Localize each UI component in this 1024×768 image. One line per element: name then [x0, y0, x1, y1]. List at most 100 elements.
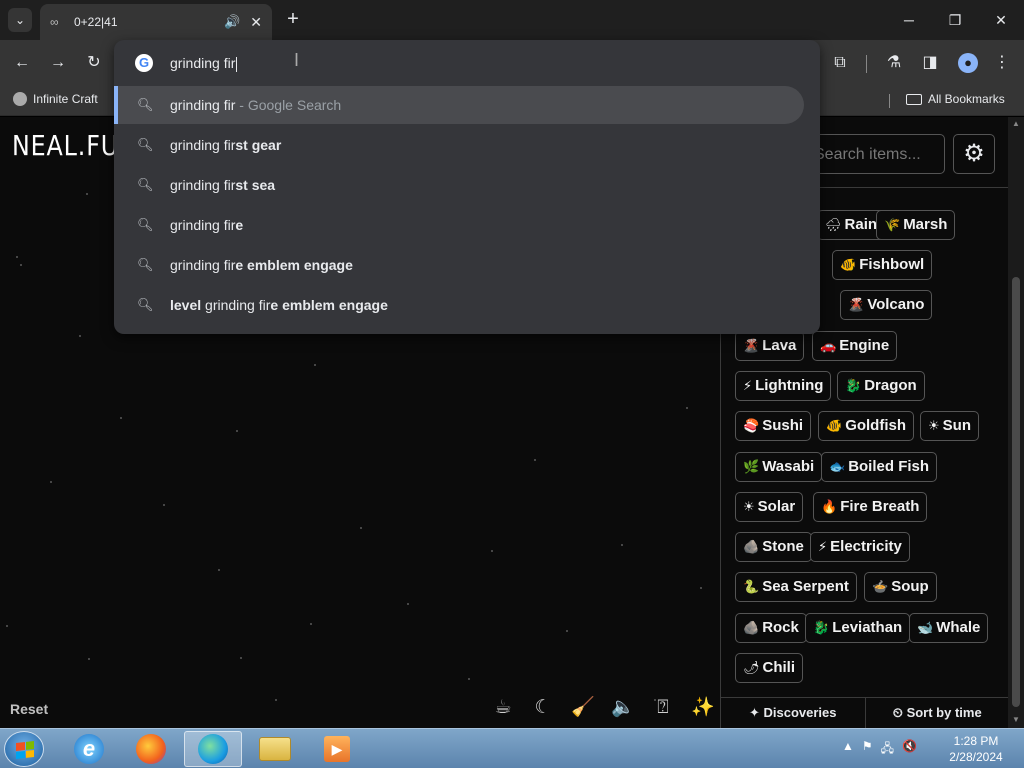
item-emoji-icon: ☀: [928, 418, 940, 433]
item-chip[interactable]: 🍣 Sushi: [735, 411, 812, 441]
item-chip[interactable]: 🐉 Leviathan: [805, 613, 911, 643]
speaker-icon[interactable]: 🔊: [224, 14, 240, 30]
item-chip[interactable]: 🔥 Fire Breath: [813, 492, 928, 522]
moon-icon[interactable]: ☾: [530, 695, 556, 721]
omnibox-suggestion[interactable]: 🔍︎ grinding first sea: [114, 166, 804, 204]
omnibox-suggestion[interactable]: 🔍︎ grinding first gear: [114, 126, 804, 164]
tab-infinite-craft[interactable]: ∞ 0+22|41 🔊 ✕: [40, 4, 272, 40]
suggestion-text: level grinding fire emblem engage: [170, 297, 388, 313]
star-dot: [700, 587, 702, 589]
search-items-input[interactable]: Search items...: [805, 134, 945, 174]
omnibox-suggestion[interactable]: 🔍︎ level grinding fire emblem engage: [114, 286, 804, 324]
search-icon: 🔍︎: [137, 97, 154, 112]
sidebar-footer: ✦ Discoveries ⏲ Sort by time: [721, 697, 1009, 728]
scrollbar[interactable]: ▲ ▼: [1008, 117, 1024, 728]
forward-button[interactable]: →: [46, 51, 70, 75]
side-panel-icon[interactable]: ◨: [918, 51, 942, 75]
scrollbar-thumb[interactable]: [1012, 277, 1020, 707]
item-chip[interactable]: 🪨 Stone: [735, 532, 812, 562]
scroll-up-arrow-icon[interactable]: ▲: [1012, 119, 1020, 128]
profile-avatar[interactable]: ●: [958, 53, 978, 73]
menu-kebab-icon[interactable]: ⋮: [990, 51, 1014, 75]
extensions-icon[interactable]: ⧉: [828, 51, 852, 75]
item-label: Leviathan: [832, 619, 903, 636]
item-chip[interactable]: 🍲 Soup: [864, 572, 937, 602]
discoveries-label: Discoveries: [763, 705, 837, 720]
item-chip[interactable]: 🐍 Sea Serpent: [735, 572, 857, 602]
item-chip[interactable]: 🪨 Rock: [735, 613, 807, 643]
broom-icon[interactable]: 🧹: [570, 695, 596, 721]
sort-by-time-button[interactable]: ⏲ Sort by time: [866, 698, 1010, 728]
omnibox-suggestion[interactable]: 🔍︎ grinding fir - Google Search: [114, 86, 804, 124]
sound-icon[interactable]: 🔈: [610, 695, 636, 721]
item-chip[interactable]: 🌾 Marsh: [876, 210, 956, 240]
item-label: Sushi: [762, 417, 804, 434]
item-chip[interactable]: 🌿 Wasabi: [735, 452, 823, 482]
item-label: Wasabi: [762, 458, 815, 475]
item-chip[interactable]: 🐟 Boiled Fish: [821, 452, 938, 482]
coffee-cup-icon[interactable]: ☕: [490, 695, 516, 721]
start-button[interactable]: [4, 731, 44, 767]
item-label: Boiled Fish: [848, 458, 930, 475]
item-chip[interactable]: 🐠 Goldfish: [818, 411, 915, 441]
taskbar-media-player[interactable]: ▶: [308, 731, 366, 767]
address-input[interactable]: grinding fir: [170, 55, 238, 72]
reset-button[interactable]: Reset: [10, 701, 48, 717]
item-chip[interactable]: 🐠 Fishbowl: [832, 250, 933, 280]
item-chip[interactable]: 🐋 Whale: [909, 613, 989, 643]
reload-button[interactable]: ↻: [82, 51, 106, 75]
bookmark-infinite-craft[interactable]: Infinite Craft: [13, 92, 98, 106]
item-emoji-icon: 🔥: [821, 499, 838, 514]
item-chip[interactable]: 🚗 Engine: [812, 331, 898, 361]
item-label: Solar: [757, 498, 796, 515]
chevron-down-icon: ⌄: [14, 13, 26, 27]
settings-gear-icon[interactable]: ⚙: [953, 134, 995, 174]
network-icon[interactable]: 🖧: [881, 739, 894, 760]
tab-search-button[interactable]: ⌄: [8, 8, 32, 32]
tab-title: 0+22|41: [74, 15, 118, 29]
all-bookmarks-button[interactable]: All Bookmarks: [906, 92, 1005, 106]
action-center-flag-icon[interactable]: ⚑: [862, 739, 873, 760]
item-label: Whale: [936, 619, 981, 636]
minimize-button[interactable]: ─: [886, 0, 932, 40]
item-chip[interactable]: ⚡ Electricity: [810, 532, 910, 562]
taskbar-internet-explorer[interactable]: e: [60, 731, 118, 767]
item-emoji-icon: 🍣: [743, 418, 760, 433]
star-dot: [6, 625, 8, 627]
search-icon: 🔍︎: [137, 257, 154, 272]
ibeam-cursor-icon: I: [294, 50, 300, 70]
scroll-down-arrow-icon[interactable]: ▼: [1012, 715, 1020, 724]
item-chip[interactable]: ☀ Sun: [920, 411, 979, 441]
address-bar[interactable]: G grinding fir I: [114, 40, 820, 86]
omnibox-suggestion[interactable]: 🔍︎ grinding fire emblem engage: [114, 246, 804, 284]
item-label: Chili: [762, 659, 796, 676]
omnibox-suggestion[interactable]: 🔍︎ grinding fire: [114, 206, 804, 244]
item-emoji-icon: 🐟: [829, 459, 846, 474]
system-clock[interactable]: 1:28 PM 2/28/2024: [936, 733, 1016, 765]
new-tab-button[interactable]: +: [282, 8, 304, 30]
volume-muted-icon[interactable]: 🔇: [902, 739, 917, 760]
maximize-button[interactable]: ❐: [932, 0, 978, 40]
item-chip[interactable]: 🐉 Dragon: [837, 371, 925, 401]
window-close-button[interactable]: ✕: [978, 0, 1024, 40]
star-dot: [218, 569, 220, 571]
all-bookmarks-label: All Bookmarks: [928, 92, 1005, 106]
item-chip[interactable]: 🌧 Rain: [817, 210, 886, 240]
tab-close-icon[interactable]: ✕: [250, 14, 262, 31]
item-chip[interactable]: ☀ Solar: [735, 492, 804, 522]
taskbar-edge[interactable]: [184, 731, 242, 767]
taskbar-file-explorer[interactable]: [246, 731, 304, 767]
item-chip[interactable]: 🌋 Lava: [735, 331, 805, 361]
help-icon[interactable]: ⍰: [650, 695, 676, 721]
item-chip[interactable]: 🌶 Chili: [735, 653, 804, 683]
globe-icon: [13, 92, 27, 106]
back-button[interactable]: ←: [10, 51, 34, 75]
labs-flask-icon[interactable]: ⚗: [882, 51, 906, 75]
taskbar-firefox[interactable]: [122, 731, 180, 767]
item-chip[interactable]: ⚡ Lightning: [735, 371, 832, 401]
sparkle-icon[interactable]: ✨: [690, 695, 716, 721]
show-hidden-icons-icon[interactable]: ▲: [842, 739, 854, 760]
item-emoji-icon: 🪨: [743, 539, 760, 554]
discoveries-button[interactable]: ✦ Discoveries: [721, 698, 866, 728]
item-chip[interactable]: 🌋 Volcano: [840, 290, 933, 320]
